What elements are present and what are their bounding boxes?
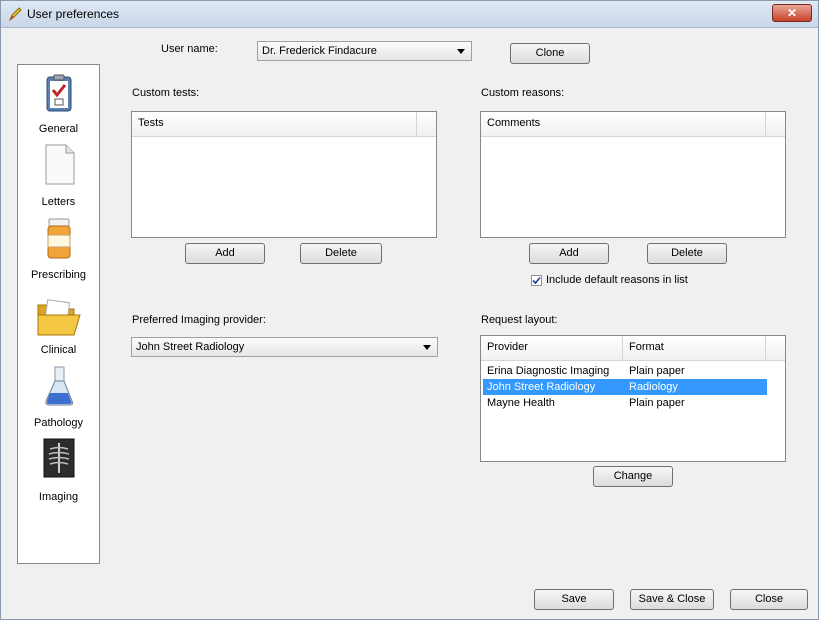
preferences-window: User preferences ✕ User name: Dr. Freder… — [0, 0, 819, 620]
column-divider — [765, 112, 766, 136]
close-button[interactable]: Close — [730, 589, 808, 610]
sidebar-item-label: Prescribing — [30, 269, 87, 281]
sidebar-item-label: Letters — [41, 196, 76, 208]
table-row[interactable]: Mayne Health Plain paper — [483, 395, 767, 411]
request-layout-header: Provider Format — [481, 336, 785, 361]
user-name-label: User name: — [161, 43, 218, 55]
sidebar-item-label: Clinical — [40, 344, 77, 356]
category-sidebar: General Letters Prescribing Clinical Pat… — [17, 64, 100, 564]
window-title: User preferences — [27, 7, 120, 21]
sidebar-item-general[interactable]: General — [18, 71, 99, 141]
imaging-provider-label: Preferred Imaging provider: — [132, 314, 266, 326]
column-header-tests[interactable]: Tests — [138, 117, 164, 129]
clone-button[interactable]: Clone — [510, 43, 590, 64]
custom-reasons-header: Comments — [481, 112, 785, 137]
pencil-icon — [8, 7, 22, 22]
sidebar-item-clinical[interactable]: Clinical — [18, 293, 99, 363]
custom-tests-label: Custom tests: — [132, 87, 200, 99]
include-default-checkbox[interactable] — [531, 275, 542, 286]
flask-icon — [45, 366, 74, 406]
title-bar[interactable]: User preferences ✕ — [1, 1, 818, 28]
user-name-select[interactable]: Dr. Frederick Findacure — [257, 41, 472, 61]
delete-test-button[interactable]: Delete — [300, 243, 382, 264]
sidebar-item-letters[interactable]: Letters — [18, 143, 99, 213]
document-icon — [45, 144, 75, 185]
column-divider — [622, 336, 623, 360]
table-row[interactable]: Erina Diagnostic Imaging Plain paper — [483, 363, 767, 379]
imaging-provider-select[interactable]: John Street Radiology — [131, 337, 438, 357]
window-close-button[interactable]: ✕ — [772, 4, 812, 22]
column-header-format[interactable]: Format — [629, 341, 664, 353]
sidebar-item-imaging[interactable]: Imaging — [18, 437, 99, 509]
change-button[interactable]: Change — [593, 466, 673, 487]
checkmark-icon — [532, 276, 541, 285]
request-layout-label: Request layout: — [481, 314, 558, 326]
include-default-label[interactable]: Include default reasons in list — [546, 274, 688, 286]
provider-cell: John Street Radiology — [487, 381, 596, 393]
add-reason-button[interactable]: Add — [529, 243, 609, 264]
pill-bottle-icon — [47, 218, 71, 259]
xray-icon — [43, 438, 75, 478]
user-name-value: Dr. Frederick Findacure — [262, 45, 377, 57]
imaging-provider-value: John Street Radiology — [136, 341, 245, 353]
add-test-button[interactable]: Add — [185, 243, 265, 264]
sidebar-item-label: General — [38, 123, 79, 135]
sidebar-item-pathology[interactable]: Pathology — [18, 365, 99, 435]
custom-tests-list[interactable]: Tests — [131, 111, 437, 238]
custom-reasons-list[interactable]: Comments — [480, 111, 786, 238]
format-cell: Radiology — [629, 381, 678, 393]
table-row-selected[interactable]: John Street Radiology Radiology — [483, 379, 767, 395]
folder-icon — [37, 299, 81, 336]
chevron-down-icon — [423, 345, 431, 350]
save-close-button[interactable]: Save & Close — [630, 589, 714, 610]
custom-reasons-label: Custom reasons: — [481, 87, 565, 99]
column-header-comments[interactable]: Comments — [487, 117, 540, 129]
column-divider — [765, 336, 766, 360]
column-divider — [416, 112, 417, 136]
sidebar-item-label: Pathology — [34, 417, 83, 429]
chevron-down-icon — [457, 49, 465, 54]
provider-cell: Erina Diagnostic Imaging — [487, 365, 610, 377]
format-cell: Plain paper — [629, 365, 685, 377]
request-layout-list[interactable]: Provider Format Erina Diagnostic Imaging… — [480, 335, 786, 462]
sidebar-item-prescribing[interactable]: Prescribing — [18, 217, 99, 287]
column-header-provider[interactable]: Provider — [487, 341, 528, 353]
custom-tests-header: Tests — [132, 112, 436, 137]
provider-cell: Mayne Health — [487, 397, 555, 409]
save-button[interactable]: Save — [534, 589, 614, 610]
sidebar-item-label: Imaging — [38, 491, 79, 503]
delete-reason-button[interactable]: Delete — [647, 243, 727, 264]
clipboard-icon — [46, 74, 72, 112]
format-cell: Plain paper — [629, 397, 685, 409]
